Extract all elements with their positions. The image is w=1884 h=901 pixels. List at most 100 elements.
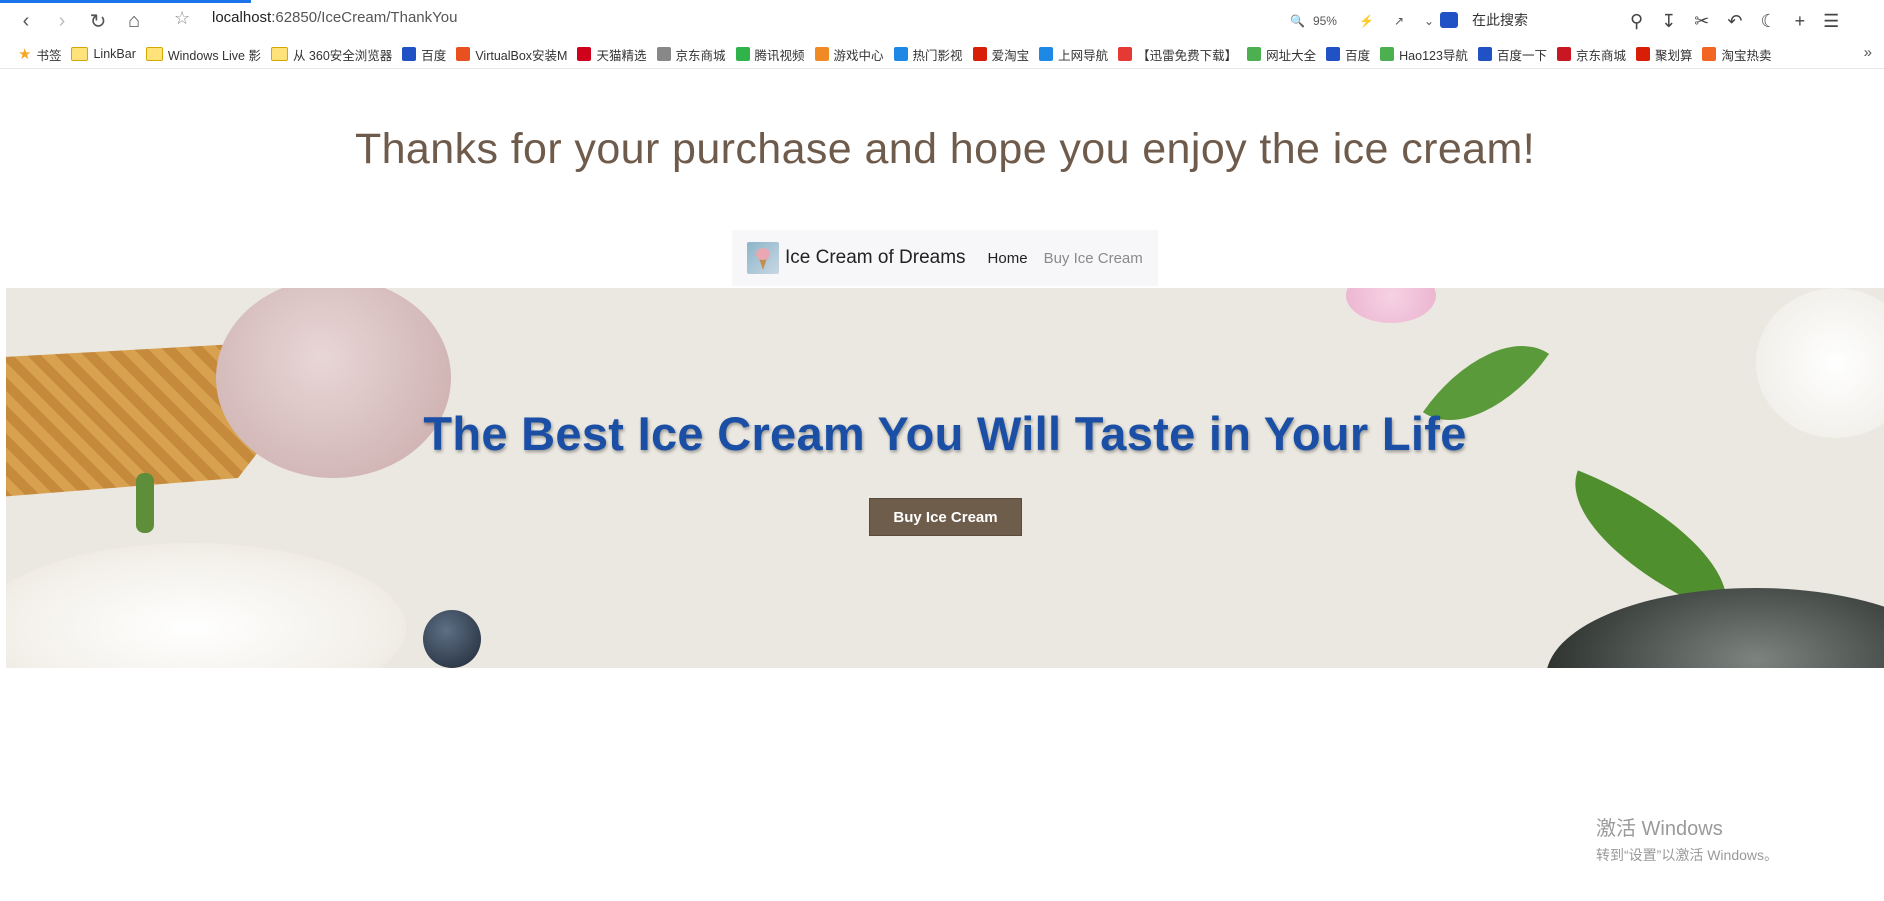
bookmark-label: 从 360安全浏览器 xyxy=(292,48,393,63)
bookmark-label: 淘宝热卖 xyxy=(1721,48,1772,63)
bookmark-item[interactable]: 爱淘宝 xyxy=(972,45,1030,64)
bookmark-item[interactable]: 天猫精选 xyxy=(577,45,647,64)
bookmark-label: 百度 xyxy=(1345,48,1371,63)
hao-icon xyxy=(1247,47,1262,61)
back-icon[interactable]: ‹ xyxy=(8,3,44,39)
zoom-level[interactable]: 95% xyxy=(1313,14,1337,28)
bookmark-item[interactable]: 上网导航 xyxy=(1039,45,1108,64)
bookmark-item[interactable]: 京东商城 xyxy=(1556,45,1626,64)
blueberry-image xyxy=(423,610,481,668)
nav-icon xyxy=(1039,47,1054,61)
nav-link-home[interactable]: Home xyxy=(988,250,1028,267)
buy-ice-cream-button[interactable]: Buy Ice Cream xyxy=(869,498,1022,536)
bookmark-item[interactable]: ★ 书签 xyxy=(18,45,61,64)
xunlei-icon xyxy=(1118,47,1133,61)
baidu-search-icon[interactable] xyxy=(1440,12,1458,28)
bookmark-item[interactable]: 百度 xyxy=(402,45,446,64)
bookmark-item[interactable]: VirtualBox安装M xyxy=(456,45,567,64)
folder-icon xyxy=(270,47,288,61)
bookmark-item[interactable]: 游戏中心 xyxy=(814,45,884,64)
bookmark-item[interactable]: 【迅雷免费下载】 xyxy=(1118,45,1237,64)
bookmark-item[interactable]: Hao123导航 xyxy=(1380,45,1468,64)
forward-icon[interactable]: › xyxy=(44,3,80,39)
hao-icon xyxy=(1380,47,1395,61)
nav-link-buy-ice-cream[interactable]: Buy Ice Cream xyxy=(1044,250,1143,267)
flash-icon[interactable]: ⚡ xyxy=(1359,14,1374,28)
bookmark-star-icon[interactable]: ☆ xyxy=(174,8,190,29)
bookmark-label: 热门影视 xyxy=(912,48,963,63)
new-tab-icon[interactable]: + xyxy=(1795,11,1806,32)
bookmark-item[interactable]: 京东商城 xyxy=(656,45,726,64)
play-icon xyxy=(735,47,750,61)
game-icon xyxy=(814,47,829,61)
bookmark-label: 上网导航 xyxy=(1058,48,1109,63)
navbar-brand[interactable]: Ice Cream of Dreams xyxy=(785,247,966,269)
jd-icon xyxy=(1556,47,1571,61)
search-box[interactable]: 在此搜索 xyxy=(1440,6,1660,34)
baidu-icon xyxy=(402,47,417,61)
bookmark-item[interactable]: LinkBar xyxy=(71,47,136,61)
address-bar[interactable]: localhost:62850/IceCream/ThankYou xyxy=(212,9,457,26)
bookmark-item[interactable]: 腾讯视频 xyxy=(735,45,805,64)
bookmark-label: 京东商城 xyxy=(1575,48,1626,63)
bookmark-label: 书签 xyxy=(36,48,62,63)
herb-image xyxy=(136,473,154,533)
share-icon[interactable]: ↗ xyxy=(1394,14,1404,28)
reload-icon[interactable]: ↻ xyxy=(80,3,116,39)
tmall-icon xyxy=(577,47,592,61)
bookmark-item[interactable]: 网址大全 xyxy=(1247,45,1316,64)
white-flower-image xyxy=(6,543,406,668)
bookmarks-bar: ★ 书签 LinkBar Windows Live 影 从 360安全浏览器 百度 Virt… xyxy=(0,40,1884,69)
bookmark-label: VirtualBox安装M xyxy=(475,48,568,63)
bookmark-label: Hao123导航 xyxy=(1399,48,1468,63)
bookmark-label: LinkBar xyxy=(93,47,136,61)
ice-cream-logo-icon[interactable] xyxy=(747,242,779,274)
star-icon: ★ xyxy=(18,46,32,63)
bookmark-label: 【迅雷免费下载】 xyxy=(1137,48,1238,63)
baidu-icon xyxy=(1477,47,1492,61)
bookmark-label: 爱淘宝 xyxy=(991,48,1030,63)
page-content: Thanks for your purchase and hope you en… xyxy=(6,69,1884,901)
c-icon xyxy=(456,47,471,61)
bookmark-label: 聚划算 xyxy=(1654,48,1693,63)
bookmark-label: 游戏中心 xyxy=(833,48,884,63)
browser-chrome: ‹ › ↻ ⌂ ☆ localhost:62850/IceCream/Thank… xyxy=(0,0,1884,69)
watermark-title: 激活 Windows xyxy=(1596,818,1723,840)
home-icon[interactable]: ⌂ xyxy=(116,3,152,39)
menu-icon[interactable]: ☰ xyxy=(1823,11,1839,32)
video-icon xyxy=(893,47,908,61)
taobao-icon xyxy=(1702,47,1717,61)
chevron-down-icon[interactable]: ⌄ xyxy=(1424,14,1434,28)
bookmark-item[interactable]: 从 360安全浏览器 xyxy=(270,45,393,64)
zoom-icon[interactable]: 🔍 xyxy=(1290,14,1305,28)
bookmark-label: 百度一下 xyxy=(1496,48,1547,63)
bowl-image xyxy=(1546,588,1884,668)
download-icon[interactable]: ↧ xyxy=(1661,11,1676,32)
bookmark-label: 京东商城 xyxy=(675,48,726,63)
bookmark-item[interactable]: 热门影视 xyxy=(893,45,963,64)
more-bookmarks-icon[interactable]: » xyxy=(1864,44,1872,61)
ju-icon xyxy=(1635,47,1650,61)
bookmark-item[interactable]: 聚划算 xyxy=(1635,45,1693,64)
url-host: localhost xyxy=(212,9,272,26)
bookmark-label: 网址大全 xyxy=(1266,48,1317,63)
undo-icon[interactable]: ↶ xyxy=(1727,11,1742,32)
bookmark-label: 腾讯视频 xyxy=(754,48,805,63)
globe-icon xyxy=(656,47,671,61)
bookmark-item[interactable]: 百度一下 xyxy=(1477,45,1547,64)
taobao-icon xyxy=(972,47,987,61)
url-path: :62850/IceCream/ThankYou xyxy=(271,9,458,26)
bookmark-label: 百度 xyxy=(421,48,447,63)
baidu-icon xyxy=(1326,47,1341,61)
scissors-icon[interactable]: ✂ xyxy=(1694,11,1709,32)
search-icon[interactable]: ⚲ xyxy=(1630,11,1643,32)
address-bar-tools: 🔍 95% ⚡ ↗ ⌄ xyxy=(1290,3,1434,39)
bookmark-item[interactable]: 淘宝热卖 xyxy=(1702,45,1772,64)
thank-you-heading: Thanks for your purchase and hope you en… xyxy=(354,125,1536,173)
bookmark-label: 天猫精选 xyxy=(596,48,647,63)
bookmark-item[interactable]: Windows Live 影 xyxy=(145,45,261,64)
hero-banner: The Best Ice Cream You Will Taste in You… xyxy=(6,288,1884,668)
site-navbar: Ice Cream of Dreams Home Buy Ice Cream xyxy=(732,230,1158,286)
bookmark-item[interactable]: 百度 xyxy=(1326,45,1370,64)
night-mode-icon[interactable]: ☾ xyxy=(1760,11,1776,32)
